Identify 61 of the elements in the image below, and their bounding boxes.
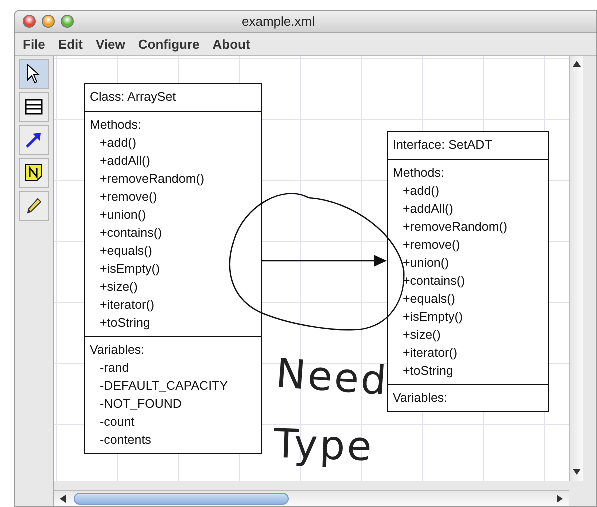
right-arrow-icon <box>557 494 563 502</box>
vertical-scrollbar[interactable] <box>569 56 583 481</box>
member-text: +removeRandom() <box>99 171 206 188</box>
member-text: +isEmpty() <box>402 309 464 326</box>
member-text: +add() <box>99 135 138 152</box>
menu-item[interactable]: View <box>92 36 132 52</box>
pencil-icon <box>25 197 43 215</box>
menu-item[interactable]: Configure <box>134 36 207 52</box>
close-button[interactable] <box>23 15 36 28</box>
down-arrow-icon <box>573 469 581 475</box>
handwritten-note: Need <box>274 352 390 404</box>
note-icon <box>25 164 43 182</box>
member-text: +isEmpty() <box>99 261 162 278</box>
member-text: +iterator() <box>99 297 156 314</box>
member-text: +toString <box>99 315 152 332</box>
handwritten-note: Type <box>273 422 375 470</box>
member-text: +union() <box>402 255 450 272</box>
member-text: -count <box>99 414 136 431</box>
member-text: -NOT_FOUND <box>99 396 183 413</box>
menu-item[interactable]: File <box>19 36 52 52</box>
member-text: +removeRandom() <box>402 219 509 236</box>
section-heading: Variables: <box>90 342 146 359</box>
tool-button[interactable] <box>19 191 49 221</box>
member-text: +addAll() <box>402 201 454 218</box>
tool-button[interactable] <box>19 92 49 122</box>
member-text: +iterator() <box>402 345 459 362</box>
member-text: +contains() <box>99 225 164 242</box>
class-box-icon <box>25 99 43 115</box>
menu-item[interactable]: About <box>208 36 258 52</box>
member-text: -contents <box>99 432 152 449</box>
member-text: +size() <box>99 279 139 296</box>
scroll-thumb[interactable] <box>74 492 289 504</box>
section-heading: Methods: <box>393 165 446 182</box>
horizontal-scrollbar[interactable] <box>54 490 569 506</box>
section-heading: Methods: <box>90 117 142 134</box>
member-text: +remove() <box>99 189 158 206</box>
member-text: +add() <box>402 183 440 200</box>
member-text: +toString <box>402 363 454 380</box>
minimize-button[interactable] <box>42 15 55 28</box>
member-text: +equals() <box>402 291 456 308</box>
arrow-icon <box>25 131 43 149</box>
tool-button[interactable] <box>19 125 49 155</box>
zoom-button[interactable] <box>61 15 74 28</box>
member-text: +union() <box>99 207 148 224</box>
member-text: -rand <box>99 360 130 377</box>
member-text: +size() <box>402 327 442 344</box>
class-title: Interface: SetADT <box>388 132 548 160</box>
member-text: +addAll() <box>99 153 152 170</box>
pointer-icon <box>27 64 41 84</box>
menu-item[interactable]: Edit <box>54 36 90 52</box>
window-title: example.xml <box>242 14 315 29</box>
up-arrow-icon <box>573 61 581 67</box>
member-text: -DEFAULT_CAPACITY <box>99 378 230 395</box>
member-text: +contains() <box>402 273 466 290</box>
tool-button[interactable] <box>19 59 49 89</box>
member-text: +equals() <box>99 243 154 260</box>
tool-button[interactable] <box>19 158 49 188</box>
section-heading: Variables: <box>393 390 449 407</box>
class-title: Class: ArraySet <box>85 84 261 112</box>
member-text: +remove() <box>402 237 462 254</box>
left-arrow-icon <box>60 494 66 502</box>
